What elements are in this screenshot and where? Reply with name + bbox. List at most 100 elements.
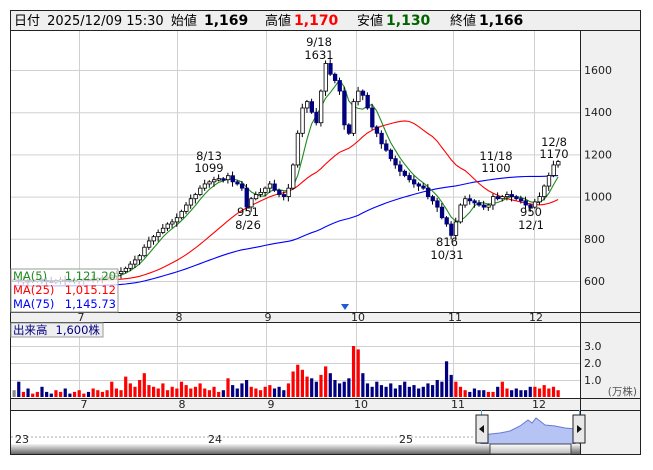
volume-bar [379, 385, 384, 397]
volume-bar [82, 393, 86, 397]
volume-bar [138, 380, 142, 397]
candle [556, 161, 561, 166]
volume-bar [435, 380, 439, 397]
month-tick-label: 12 [532, 398, 546, 411]
candle [472, 200, 477, 204]
month-tick-label: 8 [179, 398, 186, 411]
annotation-date: 12/1 [518, 218, 544, 232]
volume-bar [189, 388, 193, 397]
candle [346, 124, 352, 134]
volume-bar [342, 381, 346, 397]
volume-bar [142, 373, 146, 397]
ma5-value: 1,121.20 [65, 269, 116, 283]
annotation-price: 951 [237, 205, 259, 219]
volume-bar [277, 386, 281, 397]
volume-bar [403, 381, 407, 397]
candle [267, 183, 273, 189]
svg-text:終値1,166: 終値 1,166 [450, 13, 523, 29]
volume-tick-label: 2.0 [584, 357, 602, 370]
volume-bar [114, 388, 118, 397]
volume-bar [286, 383, 291, 397]
candle [411, 179, 417, 185]
candle [384, 143, 389, 151]
volume-bar [454, 381, 458, 397]
candle [305, 101, 310, 109]
date-value: 2025/12/09 15:30 [47, 14, 164, 29]
candle [221, 178, 226, 181]
volume-bar [179, 381, 184, 397]
volume-bar [347, 378, 351, 397]
month-tick-label: 9 [265, 311, 272, 324]
candle [439, 206, 445, 219]
candle [146, 240, 152, 248]
price-tick-label: 1600 [584, 64, 612, 77]
volume-bar [40, 386, 44, 397]
volume-bar [119, 390, 123, 397]
volume-bar [254, 388, 258, 397]
candle [295, 132, 301, 166]
candle [551, 164, 556, 176]
svg-text:日付 2025/12/09 15:30 始値: 日付 2025/12/09 15:30 始値 1,169 [14, 13, 248, 29]
volume-bar [212, 386, 216, 397]
volume-bar [105, 390, 109, 397]
volume-bar [231, 385, 235, 397]
svg-text:出来高1,600株: 出来高 1,600株 [13, 323, 100, 337]
volume-bar [193, 386, 198, 397]
candle [342, 90, 347, 126]
volume-bar [128, 383, 132, 397]
volume-bar [328, 373, 332, 397]
volume-bar [235, 388, 239, 397]
candle [188, 198, 194, 206]
volume-bar [351, 346, 356, 397]
candle [277, 189, 282, 195]
annotation-date: 9/18 [306, 35, 332, 49]
annotation-date: 8/26 [235, 218, 261, 232]
candle [151, 236, 156, 242]
volume-bar [72, 391, 77, 397]
volume-bar [133, 386, 137, 397]
close-label: 終値 [450, 13, 476, 29]
volume-bar [556, 390, 560, 397]
month-tick-label: 11 [448, 311, 462, 324]
candle [239, 183, 245, 189]
volume-bar [221, 390, 225, 397]
volume-bar [440, 381, 444, 397]
volume-bar [77, 390, 81, 397]
volume-bar [361, 373, 365, 397]
volume-bar [421, 386, 425, 397]
high-value: 1,170 [294, 13, 339, 29]
candle [416, 183, 421, 187]
volume-bar [468, 391, 472, 397]
low-value: 1,130 [386, 13, 431, 29]
candle [193, 194, 198, 200]
volume-bar [305, 376, 309, 397]
scrollbar-thumb[interactable] [489, 443, 572, 455]
volume-unit: (万株) [608, 385, 637, 398]
candle [365, 94, 370, 109]
month-tick-label: 10 [351, 311, 365, 324]
price-tick-label: 600 [584, 275, 605, 288]
candle [421, 185, 426, 189]
volume-bar [12, 390, 16, 397]
candle [370, 107, 375, 128]
volume-label: 出来高 [13, 323, 48, 337]
candle [504, 194, 510, 198]
volume-bar [21, 391, 25, 397]
volume-bar [96, 390, 100, 397]
volume-bar [472, 388, 477, 397]
volume-bar [258, 390, 263, 397]
volume-bar [458, 386, 463, 397]
volume-bar [389, 383, 393, 397]
candle [318, 90, 324, 124]
annotation-price: 1170 [539, 147, 568, 161]
volume-bar [365, 383, 370, 397]
candle [518, 198, 524, 202]
price-tick-label: 1000 [584, 191, 612, 204]
low-label: 安値 [357, 13, 383, 29]
volume-bar [537, 388, 542, 397]
volume-bar [282, 390, 286, 397]
candle [323, 63, 328, 92]
volume-bar [431, 385, 435, 397]
volume-bar [68, 393, 72, 397]
candle [542, 185, 547, 198]
